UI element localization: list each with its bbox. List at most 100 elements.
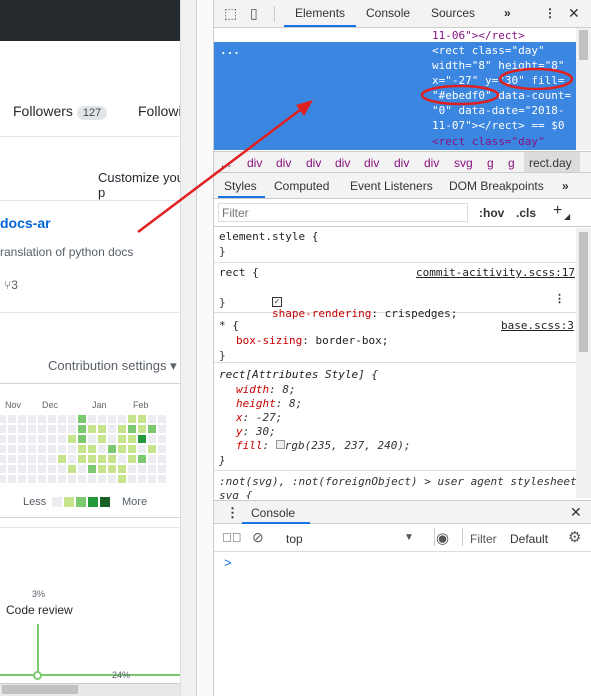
contribution-day[interactable] (68, 455, 76, 463)
contribution-day[interactable] (58, 475, 66, 483)
contribution-day[interactable] (78, 415, 86, 423)
contribution-day[interactable] (0, 465, 6, 473)
contribution-day[interactable] (148, 425, 156, 433)
contribution-day[interactable] (128, 475, 136, 483)
contribution-day[interactable] (28, 425, 36, 433)
tab-console[interactable]: Console (366, 6, 410, 20)
tab-computed[interactable]: Computed (274, 179, 329, 193)
contribution-day[interactable] (98, 415, 106, 423)
contribution-day[interactable] (98, 425, 106, 433)
contribution-day[interactable] (98, 455, 106, 463)
styles-filter-input[interactable] (218, 203, 468, 222)
selector[interactable]: svg { (219, 489, 252, 499)
contribution-day[interactable] (48, 425, 56, 433)
breadcrumb-item[interactable]: div (424, 156, 439, 170)
breadcrumb-current[interactable]: rect.day (529, 156, 572, 170)
breadcrumb-item[interactable]: div (364, 156, 379, 170)
breadcrumb-item[interactable]: div (306, 156, 321, 170)
gear-icon[interactable]: ⚙ (568, 528, 581, 546)
more-tabs-icon[interactable]: » (504, 6, 511, 20)
contribution-day[interactable] (0, 455, 6, 463)
contribution-day[interactable] (0, 475, 6, 483)
contribution-day[interactable] (28, 435, 36, 443)
contribution-day[interactable] (8, 415, 16, 423)
contribution-day[interactable] (38, 455, 46, 463)
contribution-day[interactable] (148, 465, 156, 473)
contribution-day[interactable] (108, 445, 116, 453)
contribution-day[interactable] (68, 465, 76, 473)
property-value[interactable]: 8; (289, 397, 302, 410)
contribution-day[interactable] (118, 415, 126, 423)
contribution-day[interactable] (138, 415, 146, 423)
contribution-day[interactable] (148, 415, 156, 423)
contribution-day[interactable] (48, 415, 56, 423)
contribution-day[interactable] (0, 435, 6, 443)
property-checkbox[interactable]: ✓ (271, 297, 282, 307)
contribution-day[interactable] (148, 475, 156, 483)
sidebar-toggle-icon[interactable]: ▶⃞ (222, 530, 242, 545)
console-prompt[interactable]: > (224, 555, 232, 570)
contribution-day[interactable] (108, 425, 116, 433)
tab-styles[interactable]: Styles (224, 179, 257, 193)
contribution-day[interactable] (108, 455, 116, 463)
add-rule-icon[interactable]: + (553, 202, 562, 220)
contribution-day[interactable] (58, 445, 66, 453)
contribution-day[interactable] (88, 475, 96, 483)
inspect-element-icon[interactable]: ⬚ (224, 5, 237, 22)
contribution-day[interactable] (18, 425, 26, 433)
contribution-day[interactable] (78, 455, 86, 463)
contribution-day[interactable] (38, 425, 46, 433)
contribution-day[interactable] (158, 425, 166, 433)
contribution-day[interactable] (148, 435, 156, 443)
contribution-day[interactable] (138, 445, 146, 453)
contribution-day[interactable] (38, 445, 46, 453)
selector[interactable]: element.style { (219, 230, 318, 243)
contribution-day[interactable] (58, 425, 66, 433)
contribution-day[interactable] (48, 445, 56, 453)
vertical-scrollbar[interactable] (576, 28, 591, 150)
tab-sources[interactable]: Sources (431, 6, 475, 20)
scroll-thumb[interactable] (2, 685, 78, 694)
close-icon[interactable]: ✕ (568, 5, 580, 22)
contribution-day[interactable] (108, 415, 116, 423)
contribution-day[interactable] (68, 435, 76, 443)
more-subtabs-icon[interactable]: » (562, 179, 569, 193)
contribution-day[interactable] (138, 475, 146, 483)
contribution-day[interactable] (98, 445, 106, 453)
contribution-day[interactable] (78, 465, 86, 473)
contribution-day[interactable] (118, 425, 126, 433)
contribution-day[interactable] (138, 435, 146, 443)
levels-dropdown[interactable]: Default (510, 532, 548, 546)
contribution-day[interactable] (48, 455, 56, 463)
contribution-day[interactable] (28, 445, 36, 453)
contribution-day[interactable] (28, 415, 36, 423)
property-name[interactable]: y (236, 425, 243, 438)
cls-button[interactable]: .cls (516, 206, 536, 220)
contribution-day[interactable] (48, 465, 56, 473)
breadcrumb-item[interactable]: svg (454, 156, 473, 170)
contribution-day[interactable] (158, 415, 166, 423)
contribution-day[interactable] (118, 445, 126, 453)
contribution-day[interactable] (118, 455, 126, 463)
selector[interactable]: rect[Attributes Style] { (219, 368, 378, 381)
contribution-day[interactable] (38, 465, 46, 473)
property-value[interactable]: -27; (256, 411, 283, 424)
selector[interactable]: * { (219, 319, 239, 332)
kebab-menu-icon[interactable]: ⋮ (544, 6, 556, 20)
contribution-day[interactable] (28, 455, 36, 463)
contribution-day[interactable] (18, 435, 26, 443)
breadcrumb-item[interactable]: ... (221, 156, 231, 170)
contribution-day[interactable] (28, 475, 36, 483)
console-filter-input[interactable]: Filter (470, 532, 497, 546)
property-name[interactable]: box-sizing (236, 334, 302, 347)
contribution-day[interactable] (98, 435, 106, 443)
contribution-day[interactable] (138, 465, 146, 473)
contribution-day[interactable] (138, 455, 146, 463)
property-value[interactable]: rgb(235, 237, 240); (285, 439, 411, 452)
breadcrumb-item[interactable]: g (508, 156, 515, 170)
selector[interactable]: rect { (219, 266, 259, 279)
contribution-day[interactable] (18, 475, 26, 483)
contribution-day[interactable] (28, 465, 36, 473)
property-name[interactable]: fill (236, 439, 263, 452)
contribution-day[interactable] (8, 435, 16, 443)
